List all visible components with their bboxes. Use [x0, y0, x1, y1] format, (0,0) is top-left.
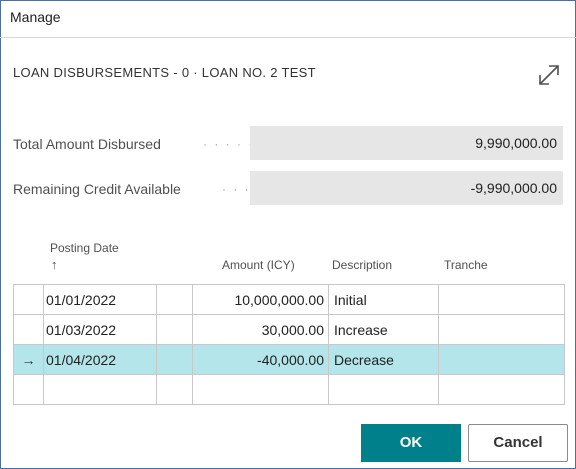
tranche-cell[interactable]: [438, 344, 565, 375]
row-marker[interactable]: [13, 374, 44, 405]
column-header-amount[interactable]: Amount (ICY): [222, 258, 295, 272]
title-bar: Manage: [0, 0, 576, 37]
current-row-arrow-icon[interactable]: →: [13, 344, 44, 375]
sort-ascending-icon[interactable]: ↑: [51, 257, 58, 272]
table-row-selected[interactable]: → 01/04/2022 -40,000.00 Decrease: [13, 344, 565, 375]
amount-cell[interactable]: 10,000,000.00: [192, 284, 329, 315]
column-header-tranche[interactable]: Tranche: [444, 258, 488, 272]
cancel-button[interactable]: Cancel: [468, 424, 568, 462]
blank-cell: [156, 284, 193, 315]
total-disbursed-dots: · · · · ·: [203, 137, 255, 151]
remaining-credit-value: -9,990,000.00: [250, 171, 563, 205]
posting-date-cell[interactable]: 01/04/2022: [43, 344, 157, 375]
description-cell[interactable]: Initial: [328, 284, 439, 315]
expand-arrows-icon[interactable]: [536, 62, 562, 88]
posting-date-cell[interactable]: [43, 374, 157, 405]
window-title: Manage: [10, 9, 61, 25]
title-separator: [0, 37, 576, 38]
table-row[interactable]: 01/01/2022 10,000,000.00 Initial: [13, 284, 565, 315]
description-cell[interactable]: [328, 374, 439, 405]
row-marker[interactable]: [13, 314, 44, 345]
posting-date-cell[interactable]: 01/03/2022: [43, 314, 157, 345]
tranche-cell[interactable]: [438, 374, 565, 405]
amount-cell[interactable]: [192, 374, 329, 405]
posting-date-cell[interactable]: 01/01/2022: [43, 284, 157, 315]
blank-cell: [156, 374, 193, 405]
blank-cell: [156, 344, 193, 375]
remaining-credit-label: Remaining Credit Available: [13, 181, 181, 197]
page-heading: LOAN DISBURSEMENTS - 0 · LOAN NO. 2 TEST: [13, 65, 316, 80]
table-row[interactable]: 01/03/2022 30,000.00 Increase: [13, 314, 565, 345]
total-disbursed-label: Total Amount Disbursed: [13, 136, 161, 152]
column-header-description[interactable]: Description: [332, 258, 392, 272]
column-header-posting-date[interactable]: Posting Date: [50, 241, 119, 255]
ok-button[interactable]: OK: [361, 424, 461, 462]
row-marker[interactable]: [13, 284, 44, 315]
blank-cell: [156, 314, 193, 345]
description-cell[interactable]: Decrease: [328, 344, 439, 375]
table-row-new[interactable]: [13, 374, 565, 405]
tranche-cell[interactable]: [438, 314, 565, 345]
tranche-cell[interactable]: [438, 284, 565, 315]
remaining-credit-dots: · · ·: [222, 182, 251, 196]
amount-cell[interactable]: -40,000.00: [192, 344, 329, 375]
disbursements-table: 01/01/2022 10,000,000.00 Initial 01/03/2…: [13, 284, 565, 405]
description-cell[interactable]: Increase: [328, 314, 439, 345]
total-disbursed-value: 9,990,000.00: [250, 126, 563, 160]
amount-cell[interactable]: 30,000.00: [192, 314, 329, 345]
